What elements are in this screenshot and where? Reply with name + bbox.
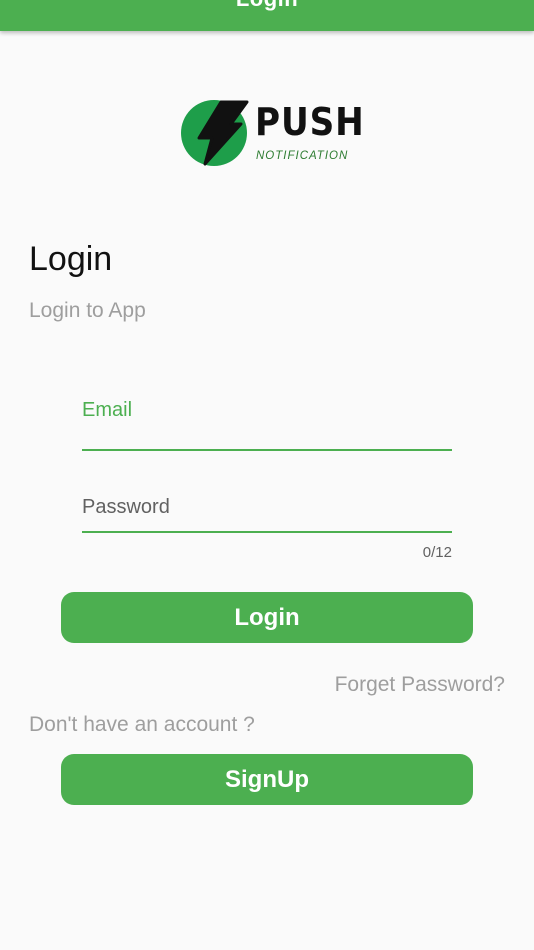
email-input[interactable] xyxy=(82,423,452,447)
forget-password-link[interactable]: Forget Password? xyxy=(335,673,505,697)
logo-subtitle: NOTIFICATION xyxy=(256,150,349,162)
password-char-counter: 0/12 xyxy=(422,544,452,561)
password-input[interactable] xyxy=(82,508,452,532)
push-notification-logo: PUSH NOTIFICATION xyxy=(181,98,364,170)
app-bar: Login xyxy=(0,0,534,31)
signup-button[interactable]: SignUp xyxy=(61,754,473,805)
page-subtitle: Login to App xyxy=(29,299,146,322)
no-account-text: Don't have an account ? xyxy=(29,713,255,736)
login-button[interactable]: Login xyxy=(61,592,473,643)
logo-title: PUSH xyxy=(255,100,365,144)
email-field[interactable]: Email xyxy=(82,395,452,455)
password-field[interactable]: Password 0/12 xyxy=(82,492,452,564)
app-bar-title: Login xyxy=(0,0,534,12)
password-underline xyxy=(82,531,452,533)
email-underline xyxy=(82,449,452,451)
email-label: Email xyxy=(82,399,133,421)
lightning-bolt-icon xyxy=(181,100,249,166)
page-title: Login xyxy=(29,240,113,278)
